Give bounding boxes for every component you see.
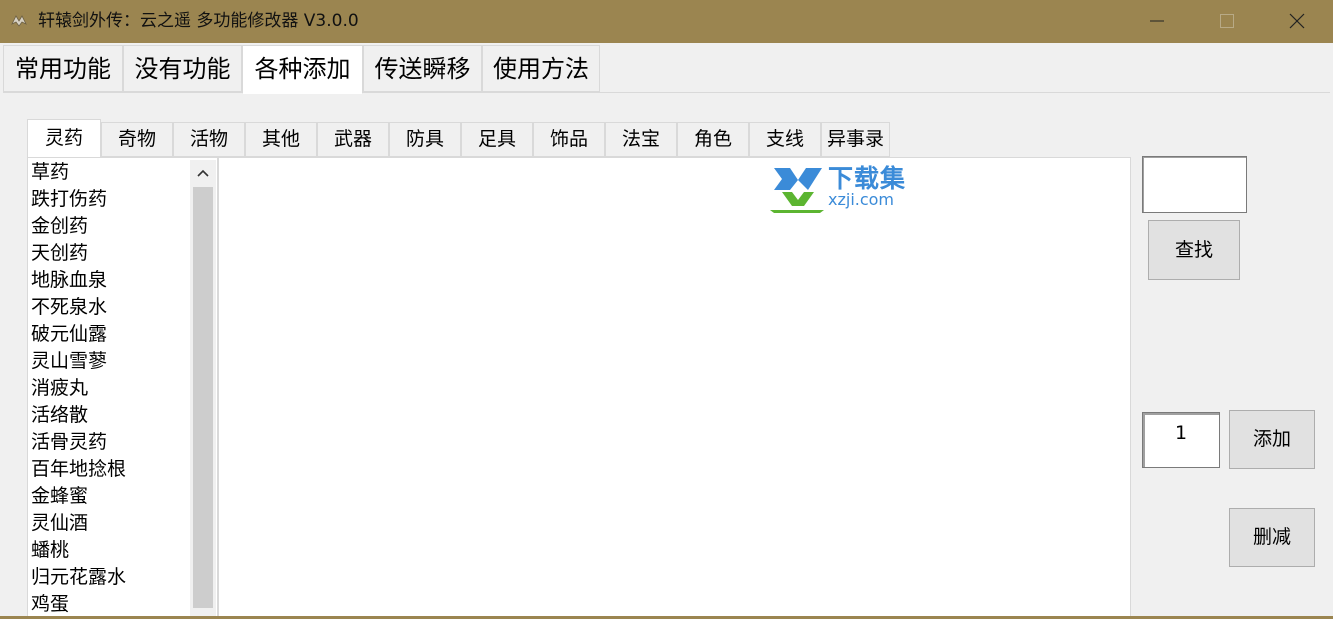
tab-common-functions[interactable]: 常用功能 bbox=[3, 45, 123, 92]
subtab-footwear[interactable]: 足具 bbox=[461, 122, 533, 157]
subtab-curios[interactable]: 奇物 bbox=[101, 122, 173, 157]
list-item[interactable]: 归元花露水 bbox=[31, 564, 126, 591]
list-item[interactable]: 跌打伤药 bbox=[31, 186, 107, 213]
search-button[interactable]: 查找 bbox=[1148, 220, 1240, 280]
watermark-cn-text: 下载集 bbox=[828, 164, 907, 193]
watermark-logo-icon bbox=[770, 168, 824, 213]
chevron-up-icon bbox=[197, 169, 209, 177]
quantity-input[interactable]: 1 bbox=[1142, 412, 1220, 468]
detail-panel bbox=[218, 157, 1131, 619]
list-item[interactable]: 消疲丸 bbox=[31, 375, 88, 402]
list-item[interactable]: 金蜂蜜 bbox=[31, 483, 88, 510]
app-icon bbox=[11, 15, 27, 27]
list-item[interactable]: 天创药 bbox=[31, 240, 88, 267]
tab-usage[interactable]: 使用方法 bbox=[482, 45, 600, 92]
tab-various-add[interactable]: 各种添加 bbox=[242, 45, 363, 94]
subtab-creatures[interactable]: 活物 bbox=[173, 122, 245, 157]
list-item[interactable]: 金创药 bbox=[31, 213, 88, 240]
list-item[interactable]: 百年地捻根 bbox=[31, 456, 126, 483]
list-item[interactable]: 蟠桃 bbox=[31, 537, 69, 564]
subtab-sidequests[interactable]: 支线 bbox=[749, 122, 821, 157]
list-item[interactable]: 草药 bbox=[31, 159, 69, 186]
list-item[interactable]: 灵仙酒 bbox=[31, 510, 88, 537]
list-item[interactable]: 破元仙露 bbox=[31, 321, 107, 348]
window-title: 轩辕剑外传：云之遥 多功能修改器 V3.0.0 bbox=[38, 11, 359, 31]
subtab-weapons[interactable]: 武器 bbox=[317, 122, 389, 157]
subtab-strange-records[interactable]: 异事录 bbox=[821, 122, 890, 157]
subtab-other[interactable]: 其他 bbox=[245, 122, 317, 157]
tab-teleport[interactable]: 传送瞬移 bbox=[363, 45, 482, 92]
subtab-armor[interactable]: 防具 bbox=[389, 122, 461, 157]
watermark-en-text: xzji.com bbox=[828, 190, 895, 209]
list-item[interactable]: 鸡蛋 bbox=[31, 591, 69, 618]
maximize-button[interactable] bbox=[1192, 0, 1262, 43]
search-input[interactable] bbox=[1142, 156, 1247, 213]
minimize-button[interactable] bbox=[1122, 0, 1192, 43]
subtab-accessories[interactable]: 饰品 bbox=[533, 122, 605, 157]
list-scrollbar[interactable] bbox=[190, 160, 216, 619]
maximize-icon bbox=[1220, 14, 1234, 28]
scroll-thumb[interactable] bbox=[193, 187, 213, 608]
subtab-medicine[interactable]: 灵药 bbox=[27, 119, 101, 158]
site-watermark: 下载集 xzji.com bbox=[768, 164, 908, 214]
subtab-characters[interactable]: 角色 bbox=[677, 122, 749, 157]
list-item[interactable]: 地脉血泉 bbox=[31, 267, 107, 294]
list-item[interactable]: 活骨灵药 bbox=[31, 429, 107, 456]
close-button[interactable] bbox=[1262, 0, 1332, 43]
tab-no-functions[interactable]: 没有功能 bbox=[123, 45, 242, 92]
minimize-icon bbox=[1150, 20, 1164, 22]
close-icon bbox=[1289, 13, 1305, 29]
title-bar: 轩辕剑外传：云之遥 多功能修改器 V3.0.0 bbox=[0, 0, 1333, 43]
scroll-up-button[interactable] bbox=[190, 160, 216, 186]
subtab-treasures[interactable]: 法宝 bbox=[605, 122, 677, 157]
list-item[interactable]: 活络散 bbox=[31, 402, 88, 429]
reduce-button[interactable]: 删减 bbox=[1229, 508, 1315, 567]
list-item[interactable]: 不死泉水 bbox=[31, 294, 107, 321]
list-item[interactable]: 灵山雪蓼 bbox=[31, 348, 107, 375]
add-button[interactable]: 添加 bbox=[1229, 410, 1315, 469]
